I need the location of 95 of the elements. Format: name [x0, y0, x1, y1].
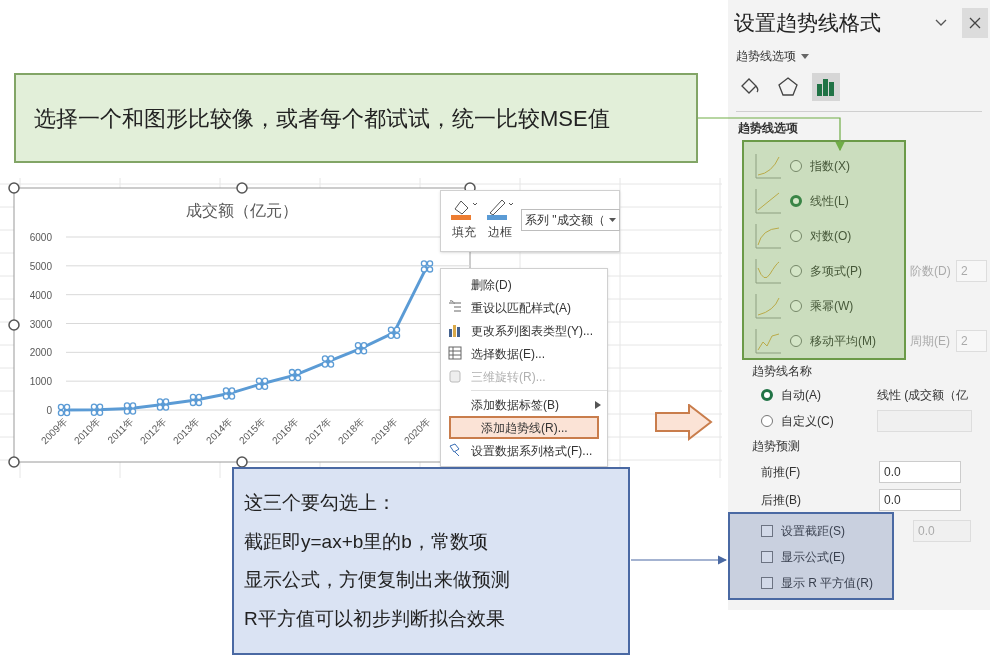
- radio-option[interactable]: 自动(A): [761, 386, 877, 404]
- fill-button[interactable]: 填充: [449, 197, 479, 241]
- radio-button[interactable]: [790, 264, 802, 277]
- field-label: 阶数(D): [909, 262, 948, 280]
- field-label: 前推(F): [761, 464, 802, 481]
- chart-tab[interactable]: [812, 73, 840, 101]
- callout-text: 截距即y=ax+b里的b，常数项: [244, 529, 489, 554]
- arrow-icon: [655, 404, 713, 441]
- caret-icon: [801, 53, 809, 59]
- radio-button[interactable]: [761, 415, 773, 427]
- cube-icon: [447, 368, 463, 384]
- section-label: 趋势预测: [751, 438, 801, 455]
- chevron-down-icon[interactable]: [934, 18, 948, 28]
- input-field[interactable]: 0.0: [879, 461, 961, 483]
- trendline-preview-icon: [754, 292, 782, 319]
- pentagon-icon: [777, 76, 799, 98]
- checkbox-option[interactable]: 显示公式(E): [761, 548, 913, 566]
- data-point-marker: [387, 326, 401, 339]
- axis-label: 3000: [29, 318, 52, 330]
- section-header[interactable]: 趋势线选项: [738, 118, 798, 138]
- menu-item[interactable]: 选择数据(E)...: [441, 342, 607, 365]
- menu-item[interactable]: 删除(D): [441, 273, 607, 296]
- radio-button[interactable]: [790, 194, 802, 207]
- submenu-arrow-icon: [595, 400, 601, 409]
- radio-button[interactable]: [790, 299, 802, 312]
- menu-item[interactable]: 添加趋势线(R)...: [449, 416, 599, 439]
- data-point-marker: [156, 398, 170, 411]
- axis-label: 5000: [29, 260, 52, 272]
- pen-icon: [485, 197, 515, 221]
- checkbox-option[interactable]: 显示 R 平方值(R): [761, 574, 913, 592]
- data-point-marker: [420, 260, 434, 273]
- trendline-preview-icon: [754, 327, 782, 354]
- selection-handle[interactable]: [236, 456, 248, 468]
- checkbox[interactable]: [761, 551, 773, 563]
- section-label: 趋势线名称: [751, 363, 813, 380]
- trendline-option[interactable]: 多项式(P): [790, 261, 900, 280]
- data-point-marker: [90, 403, 104, 416]
- data-point-marker: [354, 342, 368, 355]
- bar-chart-icon: [815, 76, 837, 98]
- close-button[interactable]: [962, 8, 988, 38]
- selection-handle[interactable]: [8, 319, 20, 331]
- radio-button[interactable]: [790, 159, 802, 172]
- bar-chart-icon: [447, 322, 463, 338]
- data-point-marker: [321, 355, 335, 368]
- checkbox[interactable]: [761, 577, 773, 589]
- selection-handle[interactable]: [8, 456, 20, 468]
- selection-handle[interactable]: [236, 182, 248, 194]
- trendline-option[interactable]: 对数(O): [790, 226, 900, 245]
- checkbox-option[interactable]: 设置截距(S): [761, 522, 913, 540]
- options-dropdown[interactable]: 趋势线选项: [728, 46, 990, 66]
- trendline-option[interactable]: 指数(X): [790, 156, 900, 175]
- radio-button[interactable]: [790, 229, 802, 242]
- axis-label: 6000: [29, 232, 52, 243]
- radio-button[interactable]: [761, 389, 773, 401]
- checkbox[interactable]: [761, 525, 773, 537]
- trendline-name: 线性 (成交额（亿: [877, 387, 969, 404]
- field-label: 周期(E): [909, 332, 948, 350]
- callout-text: R平方值可以初步判断拟合效果: [244, 606, 506, 631]
- menu-item[interactable]: 重设以匹配样式(A): [441, 296, 607, 319]
- data-point-marker: [288, 368, 302, 382]
- callout-text: 这三个要勾选上：: [244, 491, 397, 515]
- axis-label: 0: [46, 405, 52, 416]
- data-point-marker: [57, 403, 71, 417]
- trendline-preview-icon: [754, 187, 782, 214]
- trendline-preview-icon: [754, 222, 782, 249]
- input-field[interactable]: 0.0: [879, 489, 961, 511]
- radio-button[interactable]: [790, 334, 802, 347]
- list-icon: [447, 299, 463, 315]
- series-dropdown[interactable]: 系列 "成交额（: [521, 209, 620, 231]
- callout-text: 选择一个和图形比较像，或者每个都试试，统一比较MSE值: [34, 104, 610, 133]
- caret-icon: [608, 217, 616, 223]
- radio-option[interactable]: 自定义(C): [761, 412, 877, 430]
- trendline-option[interactable]: 线性(L): [790, 191, 900, 210]
- axis-label: 2000: [29, 347, 52, 359]
- data-point-marker: [189, 393, 203, 407]
- selection-handle[interactable]: [8, 182, 20, 194]
- axis-label: 4000: [29, 289, 52, 301]
- menu-item[interactable]: 更改系列图表类型(Y)...: [441, 319, 607, 342]
- trendline-option[interactable]: 移动平均(M): [790, 331, 900, 350]
- border-button[interactable]: 边框: [485, 197, 515, 241]
- menu-item[interactable]: 设置数据系列格式(F)...: [441, 439, 607, 462]
- data-point-marker: [222, 387, 236, 400]
- menu-item[interactable]: 添加数据标签(B): [441, 393, 607, 416]
- close-icon: [969, 17, 981, 29]
- callout-text: 显示公式，方便复制出来做预测: [244, 568, 511, 592]
- pane-title: 设置趋势线格式: [734, 10, 881, 37]
- trendline-preview-icon: [754, 257, 782, 284]
- axis-label: 1000: [29, 376, 52, 388]
- table-icon: [447, 345, 463, 361]
- chart-title: 成交额（亿元）: [186, 202, 298, 219]
- trendline-option[interactable]: 乘幂(W): [790, 296, 900, 315]
- data-point-marker: [255, 377, 269, 390]
- trendline-preview-icon: [754, 152, 782, 179]
- data-point-marker: [123, 402, 137, 415]
- field-label: 后推(B): [761, 492, 802, 509]
